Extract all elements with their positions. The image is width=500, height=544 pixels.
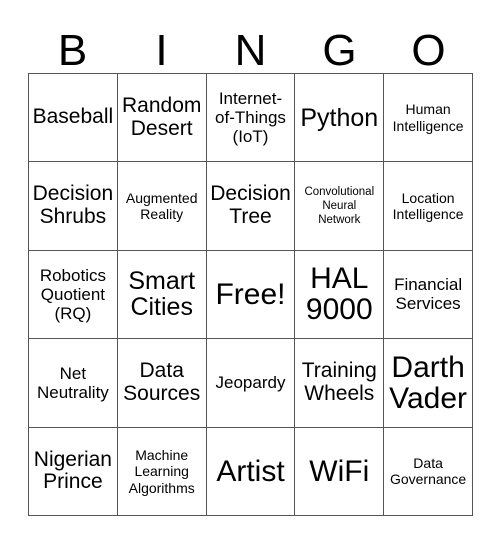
bingo-cell-label: Decision Tree: [210, 182, 291, 229]
bingo-cell-label: Python: [300, 103, 379, 132]
bingo-cell[interactable]: Decision Shrubs: [29, 162, 118, 251]
bingo-cell-label: Augmented Reality: [125, 189, 198, 223]
bingo-cell[interactable]: Nigerian Prince: [29, 427, 118, 516]
bingo-cell[interactable]: Decision Tree: [206, 162, 296, 251]
bingo-cell-label: WiFi: [309, 454, 370, 488]
bingo-cell[interactable]: Data Governance: [384, 427, 473, 516]
bingo-cell[interactable]: Baseball: [29, 74, 118, 163]
bingo-cell[interactable]: Net Neutrality: [29, 339, 118, 428]
bingo-cell-label: Financial Services: [394, 275, 463, 314]
bingo-cell-label: Location Intelligence: [392, 189, 464, 223]
bingo-cell[interactable]: Training Wheels: [295, 339, 385, 428]
header-letter-n: N: [234, 26, 267, 75]
bingo-cell[interactable]: Python: [295, 74, 385, 163]
bingo-cell-label: Baseball: [32, 105, 114, 129]
bingo-cell-label: Nigerian Prince: [33, 447, 112, 494]
bingo-cell-label: Machine Learning Algorithms: [128, 446, 195, 496]
bingo-cell-label: Robotics Quotient (RQ): [39, 265, 106, 323]
bingo-cell-label: Decision Shrubs: [32, 182, 114, 229]
bingo-grid: Baseball Random Desert Internet- of-Things…: [28, 73, 473, 516]
header-letter-g: G: [322, 26, 357, 75]
bingo-cell-label: Data Governance: [389, 454, 467, 488]
header-letter-b: B: [57, 26, 88, 75]
header-letter-o: O: [411, 26, 446, 75]
bingo-cell-free-space[interactable]: Free!: [206, 250, 296, 340]
bingo-cell[interactable]: Smart Cities: [117, 250, 207, 340]
bingo-cell-label: Darth Vader: [389, 350, 467, 415]
bingo-cell[interactable]: Location Intelligence: [384, 162, 473, 251]
bingo-cell[interactable]: Financial Services: [384, 250, 473, 340]
bingo-cell-label: Training Wheels: [301, 359, 377, 405]
bingo-cell-label: Net Neutrality: [36, 363, 109, 402]
bingo-cell-label: Human Intelligence: [392, 101, 464, 134]
bingo-cell[interactable]: Artist: [206, 427, 296, 516]
header-letter-i: I: [155, 26, 168, 75]
bingo-cell[interactable]: WiFi: [295, 427, 385, 516]
bingo-cell-label: Jeopardy: [215, 373, 286, 393]
bingo-cell[interactable]: HAL 9000: [295, 250, 385, 340]
bingo-cell-label: Smart Cities: [128, 267, 196, 322]
bingo-cell[interactable]: Machine Learning Algorithms: [117, 427, 207, 516]
bingo-cell[interactable]: Convolutional Neural Network: [295, 162, 385, 251]
bingo-cell[interactable]: Human Intelligence: [384, 74, 473, 163]
bingo-cell-label: Random Desert: [122, 94, 202, 140]
bingo-cell[interactable]: Data Sources: [117, 339, 207, 428]
bingo-header-row: B I N G O: [28, 18, 473, 73]
bingo-cell[interactable]: Internet- of-Things (IoT): [206, 74, 296, 163]
bingo-cell-label: Internet- of-Things (IoT): [215, 89, 286, 147]
bingo-cell[interactable]: Darth Vader: [384, 339, 473, 428]
bingo-cell-label: HAL 9000: [305, 262, 373, 327]
bingo-cell[interactable]: Random Desert: [117, 74, 207, 163]
bingo-cell[interactable]: Jeopardy: [206, 339, 296, 428]
bingo-cell-label: Artist: [216, 454, 285, 488]
bingo-cell[interactable]: Augmented Reality: [117, 162, 207, 251]
bingo-cell-label: Data Sources: [123, 359, 201, 405]
bingo-cell-label: Free!: [215, 277, 286, 311]
bingo-cell-label: Convolutional Neural Network: [304, 186, 375, 227]
bingo-cell[interactable]: Robotics Quotient (RQ): [29, 250, 118, 340]
bingo-card: B I N G O Baseball Random Desert Internet-…: [0, 0, 500, 544]
